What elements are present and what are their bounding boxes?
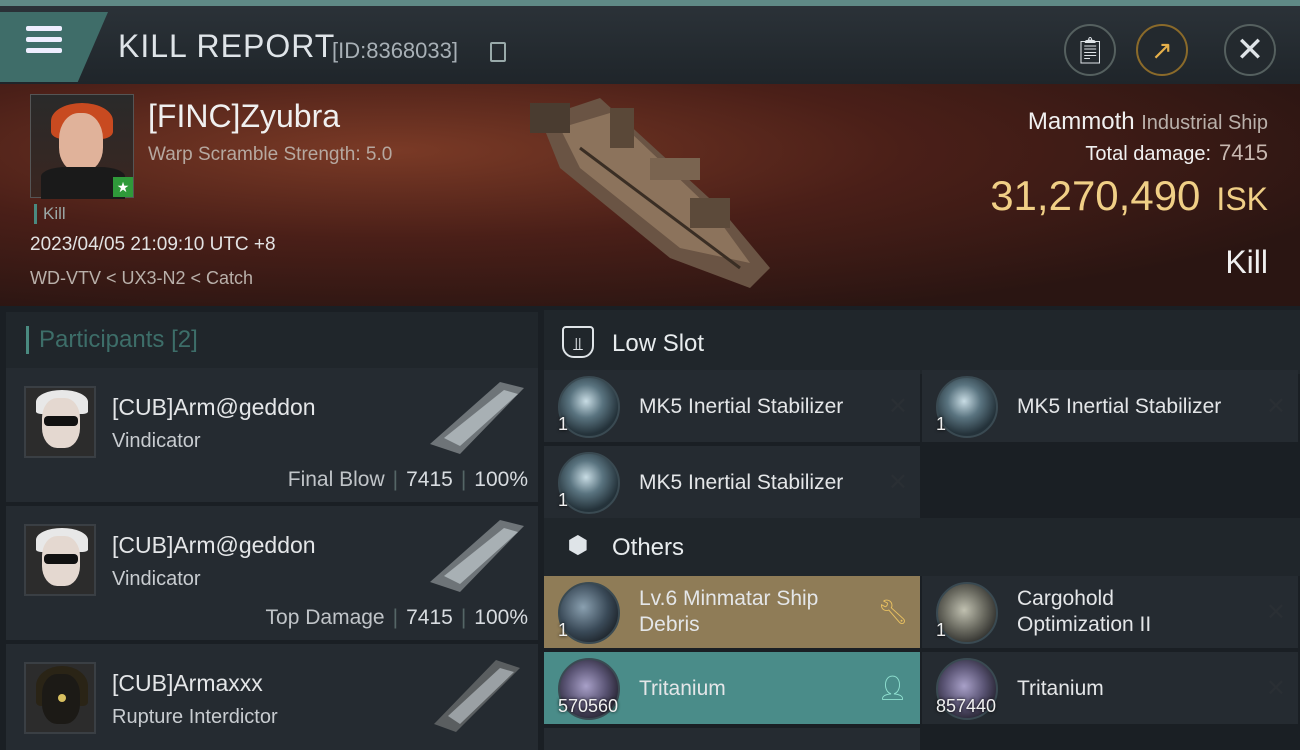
participant-stats: Top Damage | 7415 | 100% <box>265 606 528 629</box>
kill-location: WD-VTV < UX3-N2 < Catch <box>30 268 254 288</box>
others-header: ⬢ Others <box>544 518 1300 576</box>
participants-panel: Participants [2] [CUB]Arm@geddon Vindica… <box>0 306 540 750</box>
victim-ship-name[interactable]: Mammoth Industrial Ship <box>1028 108 1268 136</box>
menu-icon <box>26 26 62 59</box>
item-slot[interactable]: 1 Lv.6 Minmatar Ship Debris 🔧︎ <box>544 576 920 648</box>
page-title: KILL REPORT <box>118 28 336 64</box>
item-slot[interactable]: 1 MK5 Inertial Stabilizer ✕ <box>544 446 920 518</box>
item-slot[interactable]: 1 Cargohold Optimization II ✕ <box>922 576 1298 648</box>
item-slot[interactable]: 1 MK5 Inertial Stabilizer ✕ <box>922 370 1298 442</box>
top-bar: KILL REPORT [ID:8368033] 📋︎ ↗ ✕ <box>0 0 1300 84</box>
wrench-icon: 🔧︎ <box>877 599 908 626</box>
warp-scramble-strength: Warp Scramble Strength: 5.0 <box>148 144 393 165</box>
participant-row[interactable]: [CUB]Armaxxx Rupture Interdictor <box>6 644 538 750</box>
menu-button[interactable] <box>0 12 108 82</box>
victim-ship-image <box>530 98 770 288</box>
clipboard-button[interactable]: 📋︎ <box>1064 24 1116 76</box>
items-panel: ⫫ Low Slot 1 MK5 Inertial Stabilizer ✕ 1… <box>544 306 1300 750</box>
participant-row[interactable]: [CUB]Arm@geddon Vindicator Final Blow | 74… <box>6 368 538 502</box>
participant-ship: Rupture Interdictor <box>112 706 278 728</box>
participant-ship-image <box>434 660 520 732</box>
participant-name: [CUB]Arm@geddon <box>112 532 316 558</box>
kill-tag: Kill <box>34 204 66 224</box>
destroyed-icon: ✕ <box>1265 675 1286 702</box>
total-damage: Total damage: 7415 <box>1085 140 1268 165</box>
user-icon: 👤︎ <box>877 675 908 702</box>
destroyed-icon: ✕ <box>1265 599 1286 626</box>
destroyed-icon: ✕ <box>887 469 908 496</box>
participant-avatar[interactable] <box>24 386 96 458</box>
participant-row[interactable]: [CUB]Arm@geddon Vindicator Top Damage | 74… <box>6 506 538 640</box>
participant-ship: Vindicator <box>112 568 201 590</box>
box-icon: ⬢ <box>567 532 589 559</box>
star-icon: ★ <box>113 177 133 197</box>
copy-id-icon[interactable] <box>490 42 506 62</box>
kill-datetime: 2023/04/05 21:09:10 UTC +8 <box>30 234 276 255</box>
item-slot-partial[interactable] <box>544 728 920 750</box>
participant-ship-image <box>430 520 524 592</box>
participant-avatar[interactable] <box>24 662 96 734</box>
close-icon: ✕ <box>1235 31 1265 69</box>
result-label: Kill <box>1225 244 1268 280</box>
participant-stats: Final Blow | 7415 | 100% <box>287 468 528 491</box>
item-slot[interactable]: 570560 Tritanium 👤︎ <box>544 652 920 724</box>
item-slot[interactable]: 1 MK5 Inertial Stabilizer ✕ <box>544 370 920 442</box>
low-slot-icon: ⫫ <box>562 326 594 358</box>
share-icon: ↗ <box>1151 34 1173 65</box>
share-button[interactable]: ↗ <box>1136 24 1188 76</box>
victim-avatar[interactable]: ★ <box>30 94 134 199</box>
participants-header: Participants [2] <box>6 312 538 370</box>
victim-banner: ★ [FINC]Zyubra Warp Scramble Strength: 5… <box>0 84 1300 306</box>
low-slot-header: ⫫ Low Slot <box>544 310 1300 374</box>
participant-name: [CUB]Armaxxx <box>112 670 263 696</box>
isk-value: 31,270,490 ISK <box>990 172 1268 219</box>
item-slot[interactable]: 857440 Tritanium ✕ <box>922 652 1298 724</box>
destroyed-icon: ✕ <box>887 393 908 420</box>
close-button[interactable]: ✕ <box>1224 24 1276 76</box>
participant-name: [CUB]Arm@geddon <box>112 394 316 420</box>
participant-ship-image <box>430 382 524 454</box>
report-id: [ID:8368033] <box>332 38 458 63</box>
participant-ship: Vindicator <box>112 430 201 452</box>
clipboard-icon: 📋︎ <box>1073 34 1107 65</box>
participant-avatar[interactable] <box>24 524 96 596</box>
destroyed-icon: ✕ <box>1265 393 1286 420</box>
victim-name[interactable]: [FINC]Zyubra <box>148 98 340 135</box>
